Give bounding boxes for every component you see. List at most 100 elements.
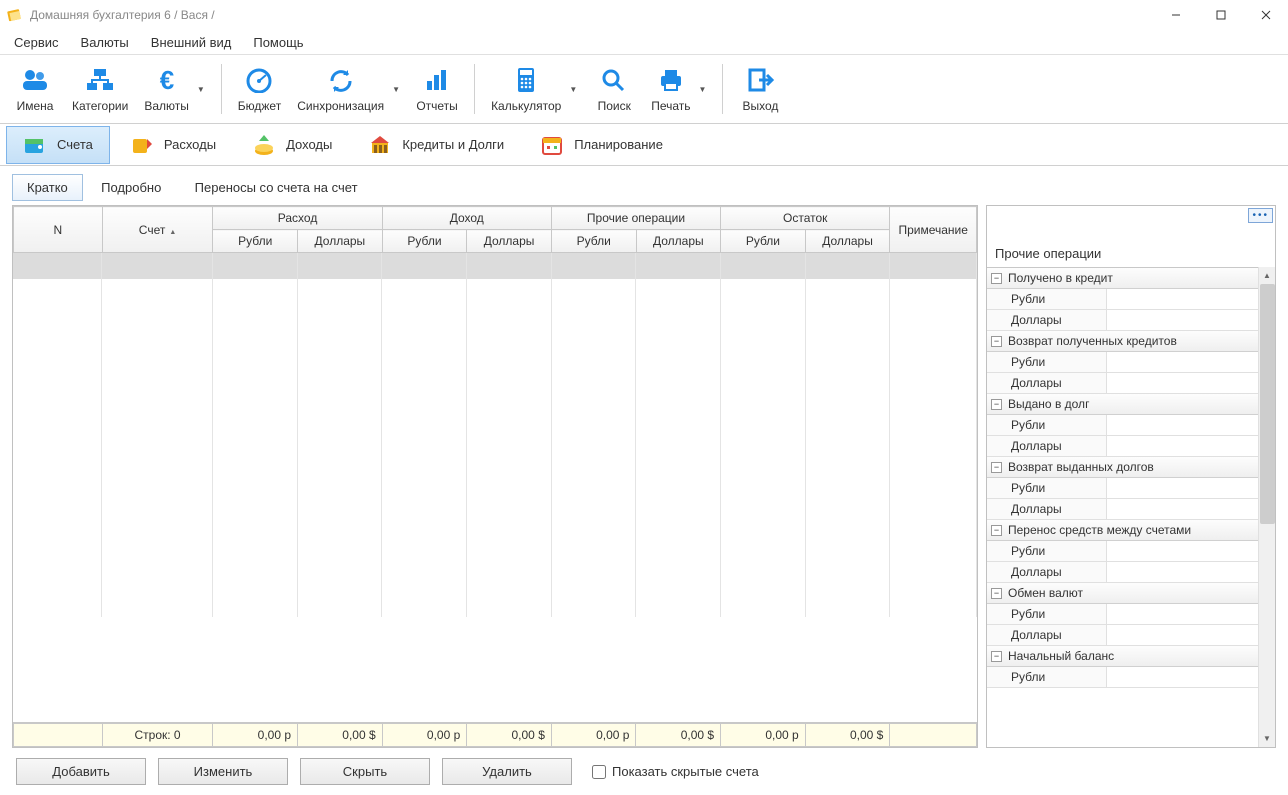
side-row-value: [1107, 667, 1258, 687]
side-group-header[interactable]: −Возврат полученных кредитов: [987, 331, 1258, 352]
subtab-brief[interactable]: Кратко: [12, 174, 83, 201]
add-button[interactable]: Добавить: [16, 758, 146, 785]
collapse-icon[interactable]: −: [991, 399, 1002, 410]
col-other[interactable]: Прочие операции: [551, 207, 720, 230]
currencies-button[interactable]: € Валюты ▼: [136, 61, 212, 117]
side-row[interactable]: Рубли: [987, 667, 1258, 688]
close-button[interactable]: [1243, 0, 1288, 30]
side-row-key: Рубли: [987, 415, 1107, 435]
side-row[interactable]: Доллары: [987, 373, 1258, 394]
side-group-header[interactable]: −Начальный баланс: [987, 646, 1258, 667]
exit-button[interactable]: Выход: [731, 61, 789, 117]
col-balance-rub[interactable]: Рубли: [721, 230, 806, 253]
side-row[interactable]: Доллары: [987, 436, 1258, 457]
col-expense-rub[interactable]: Рубли: [213, 230, 298, 253]
chevron-down-icon: ▼: [388, 85, 400, 94]
side-group-title: Перенос средств между счетами: [1008, 523, 1191, 537]
scroll-down-icon[interactable]: ▼: [1259, 730, 1275, 747]
table-row: [13, 305, 977, 331]
col-income[interactable]: Доход: [382, 207, 551, 230]
sync-button[interactable]: Синхронизация ▼: [289, 61, 408, 117]
side-row-key: Рубли: [987, 604, 1107, 624]
col-income-rub[interactable]: Рубли: [382, 230, 467, 253]
col-balance[interactable]: Остаток: [721, 207, 890, 230]
side-list[interactable]: −Получено в кредитРублиДоллары−Возврат п…: [987, 267, 1258, 747]
side-row-key: Рубли: [987, 352, 1107, 372]
col-balance-usd[interactable]: Доллары: [805, 230, 890, 253]
scroll-thumb[interactable]: [1260, 284, 1275, 524]
collapse-icon[interactable]: −: [991, 462, 1002, 473]
side-row-value: [1107, 604, 1258, 624]
scroll-up-icon[interactable]: ▲: [1259, 267, 1275, 284]
collapse-icon[interactable]: −: [991, 336, 1002, 347]
table-row: [13, 487, 977, 513]
show-hidden-input[interactable]: [592, 765, 606, 779]
reports-button[interactable]: Отчеты: [408, 61, 466, 117]
categories-button[interactable]: Категории: [64, 61, 136, 117]
footer-cell: 0,00 $: [298, 724, 383, 747]
subtab-detailed[interactable]: Подробно: [86, 174, 176, 201]
subtab-transfers[interactable]: Переносы со счета на счет: [180, 174, 373, 201]
bank-icon: [368, 133, 392, 157]
col-n[interactable]: N: [14, 207, 103, 253]
menu-currencies[interactable]: Валюты: [71, 32, 139, 53]
col-account[interactable]: Счет: [102, 207, 213, 253]
names-button[interactable]: Имена: [6, 61, 64, 117]
print-button[interactable]: Печать ▼: [643, 61, 714, 117]
side-row-value: [1107, 310, 1258, 330]
table-row[interactable]: [13, 253, 977, 279]
collapse-icon[interactable]: −: [991, 651, 1002, 662]
maximize-button[interactable]: [1198, 0, 1243, 30]
side-row[interactable]: Доллары: [987, 625, 1258, 646]
menu-service[interactable]: Сервис: [4, 32, 69, 53]
tab-planning[interactable]: Планирование: [524, 127, 679, 163]
grid-body[interactable]: [13, 253, 977, 722]
col-other-usd[interactable]: Доллары: [636, 230, 721, 253]
show-hidden-checkbox[interactable]: Показать скрытые счета: [592, 764, 759, 779]
col-note[interactable]: Примечание: [890, 207, 977, 253]
col-expense[interactable]: Расход: [213, 207, 382, 230]
side-group-header[interactable]: −Возврат выданных долгов: [987, 457, 1258, 478]
menu-view[interactable]: Внешний вид: [141, 32, 242, 53]
table-row: [13, 435, 977, 461]
side-row-key: Доллары: [987, 625, 1107, 645]
calculator-button[interactable]: Калькулятор ▼: [483, 61, 585, 117]
side-group-header[interactable]: −Перенос средств между счетами: [987, 520, 1258, 541]
col-other-rub[interactable]: Рубли: [551, 230, 636, 253]
side-row[interactable]: Рубли: [987, 352, 1258, 373]
collapse-icon[interactable]: −: [991, 525, 1002, 536]
delete-button[interactable]: Удалить: [442, 758, 572, 785]
collapse-icon[interactable]: −: [991, 588, 1002, 599]
collapse-icon[interactable]: −: [991, 273, 1002, 284]
side-group-header[interactable]: −Получено в кредит: [987, 268, 1258, 289]
hide-button[interactable]: Скрыть: [300, 758, 430, 785]
tab-income[interactable]: Доходы: [236, 127, 348, 163]
table-row: [13, 357, 977, 383]
side-row-key: Рубли: [987, 541, 1107, 561]
side-row[interactable]: Рубли: [987, 289, 1258, 310]
chevron-down-icon: ▼: [193, 85, 205, 94]
scrollbar[interactable]: ▲ ▼: [1258, 267, 1275, 747]
side-row[interactable]: Рубли: [987, 415, 1258, 436]
tab-accounts[interactable]: Счета: [6, 126, 110, 164]
minimize-button[interactable]: [1153, 0, 1198, 30]
edit-button[interactable]: Изменить: [158, 758, 288, 785]
side-row[interactable]: Рубли: [987, 541, 1258, 562]
side-row[interactable]: Доллары: [987, 310, 1258, 331]
budget-button[interactable]: Бюджет: [230, 61, 289, 117]
col-expense-usd[interactable]: Доллары: [298, 230, 383, 253]
menu-help[interactable]: Помощь: [243, 32, 313, 53]
side-row[interactable]: Доллары: [987, 499, 1258, 520]
exit-icon: [745, 65, 775, 95]
panel-options-button[interactable]: •••: [1248, 208, 1273, 223]
side-group-header[interactable]: −Обмен валют: [987, 583, 1258, 604]
tab-credits[interactable]: Кредиты и Долги: [352, 127, 520, 163]
side-group-header[interactable]: −Выдано в долг: [987, 394, 1258, 415]
side-group-title: Получено в кредит: [1008, 271, 1113, 285]
side-row[interactable]: Доллары: [987, 562, 1258, 583]
col-income-usd[interactable]: Доллары: [467, 230, 552, 253]
side-row[interactable]: Рубли: [987, 478, 1258, 499]
side-row[interactable]: Рубли: [987, 604, 1258, 625]
search-button[interactable]: Поиск: [585, 61, 643, 117]
tab-expenses[interactable]: Расходы: [114, 127, 232, 163]
